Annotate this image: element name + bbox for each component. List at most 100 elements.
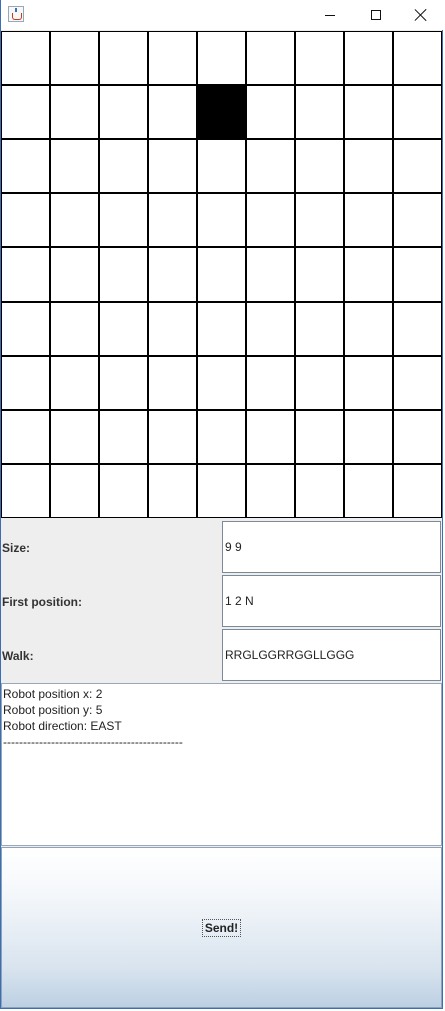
title-bar[interactable] — [1, 0, 444, 30]
close-icon — [414, 8, 428, 22]
grid-cell — [100, 356, 147, 409]
grid-cell — [51, 302, 98, 355]
output-area[interactable]: Robot position x: 2 Robot position y: 5 … — [1, 683, 442, 846]
grid-cell — [296, 140, 343, 193]
grid-cell — [2, 410, 49, 463]
grid-cell — [100, 248, 147, 301]
close-button[interactable] — [398, 0, 444, 30]
grid-cell — [296, 32, 343, 85]
grid-cell — [345, 194, 392, 247]
grid-cell — [394, 248, 441, 301]
grid-cell — [296, 356, 343, 409]
grid-cell — [394, 194, 441, 247]
minimize-icon — [325, 14, 335, 16]
grid-cell — [345, 302, 392, 355]
grid-cell — [149, 86, 196, 139]
grid-cell — [198, 140, 245, 193]
grid-cell — [345, 248, 392, 301]
output-line: Robot position y: 5 — [3, 703, 103, 717]
grid-cell — [394, 86, 441, 139]
maximize-button[interactable] — [353, 0, 399, 30]
grid-cell — [2, 464, 49, 517]
grid-cell — [345, 86, 392, 139]
grid-cell — [2, 248, 49, 301]
java-icon — [8, 6, 24, 22]
grid-cell — [51, 356, 98, 409]
grid-cell — [100, 194, 147, 247]
grid-cell — [2, 32, 49, 85]
grid-cell — [394, 32, 441, 85]
grid-cell — [394, 140, 441, 193]
grid-cell — [247, 410, 294, 463]
grid-cell — [51, 194, 98, 247]
grid-cell — [247, 464, 294, 517]
grid-cell — [198, 464, 245, 517]
grid-cell — [2, 302, 49, 355]
send-button[interactable]: Send! — [1, 847, 442, 1008]
grid-cell — [2, 356, 49, 409]
grid-cell — [296, 464, 343, 517]
app-window: Size: 9 9 First position: 1 2 N Walk: RR… — [0, 0, 444, 1009]
grid-cell — [51, 464, 98, 517]
first-position-label: First position: — [2, 595, 82, 609]
grid-cell — [394, 302, 441, 355]
grid-cell — [394, 464, 441, 517]
grid-cell — [247, 140, 294, 193]
grid-cell — [394, 356, 441, 409]
grid-cell — [296, 302, 343, 355]
grid-cell — [296, 410, 343, 463]
grid-cell — [51, 248, 98, 301]
grid-cell — [198, 302, 245, 355]
grid-cell — [51, 410, 98, 463]
walk-field[interactable]: RRGLGGRRGGLLGGG — [222, 629, 441, 681]
grid-cell — [51, 32, 98, 85]
grid-cell — [149, 302, 196, 355]
grid-cell — [100, 302, 147, 355]
size-field[interactable]: 9 9 — [222, 521, 441, 573]
grid-cell — [198, 32, 245, 85]
grid-cell — [247, 194, 294, 247]
grid-cell — [149, 32, 196, 85]
grid-cell — [345, 410, 392, 463]
grid-cell — [149, 464, 196, 517]
grid-cell — [247, 356, 294, 409]
grid-cell — [247, 32, 294, 85]
send-button-label: Send! — [201, 918, 242, 937]
output-line: Robot direction: EAST — [3, 719, 122, 733]
walk-label: Walk: — [2, 649, 34, 663]
grid-cell — [345, 356, 392, 409]
grid-cell-filled — [198, 86, 245, 139]
grid-cell — [149, 194, 196, 247]
grid-cell — [198, 248, 245, 301]
grid-cell — [345, 32, 392, 85]
grid-cell — [149, 410, 196, 463]
output-line: Robot position x: 2 — [3, 687, 103, 701]
grid-cell — [2, 86, 49, 139]
grid-cell — [345, 464, 392, 517]
grid-cell — [149, 248, 196, 301]
grid-cell — [198, 356, 245, 409]
grid-cell — [100, 86, 147, 139]
grid-cell — [296, 86, 343, 139]
grid-cell — [345, 140, 392, 193]
maximize-icon — [371, 10, 381, 20]
grid-cell — [198, 194, 245, 247]
grid-cell — [100, 32, 147, 85]
minimize-button[interactable] — [307, 0, 353, 30]
first-position-field[interactable]: 1 2 N — [222, 575, 441, 627]
grid-cell — [51, 86, 98, 139]
grid-cell — [51, 140, 98, 193]
grid-cell — [149, 356, 196, 409]
grid-cell — [296, 248, 343, 301]
grid-cell — [198, 410, 245, 463]
output-line: ----------------------------------------… — [3, 735, 183, 749]
grid-cell — [149, 140, 196, 193]
grid-cell — [394, 410, 441, 463]
grid-cell — [100, 464, 147, 517]
grid-cell — [2, 140, 49, 193]
size-label: Size: — [2, 541, 31, 555]
grid-cell — [100, 140, 147, 193]
grid-cell — [247, 302, 294, 355]
robot-grid — [1, 31, 442, 518]
grid-cell — [247, 86, 294, 139]
